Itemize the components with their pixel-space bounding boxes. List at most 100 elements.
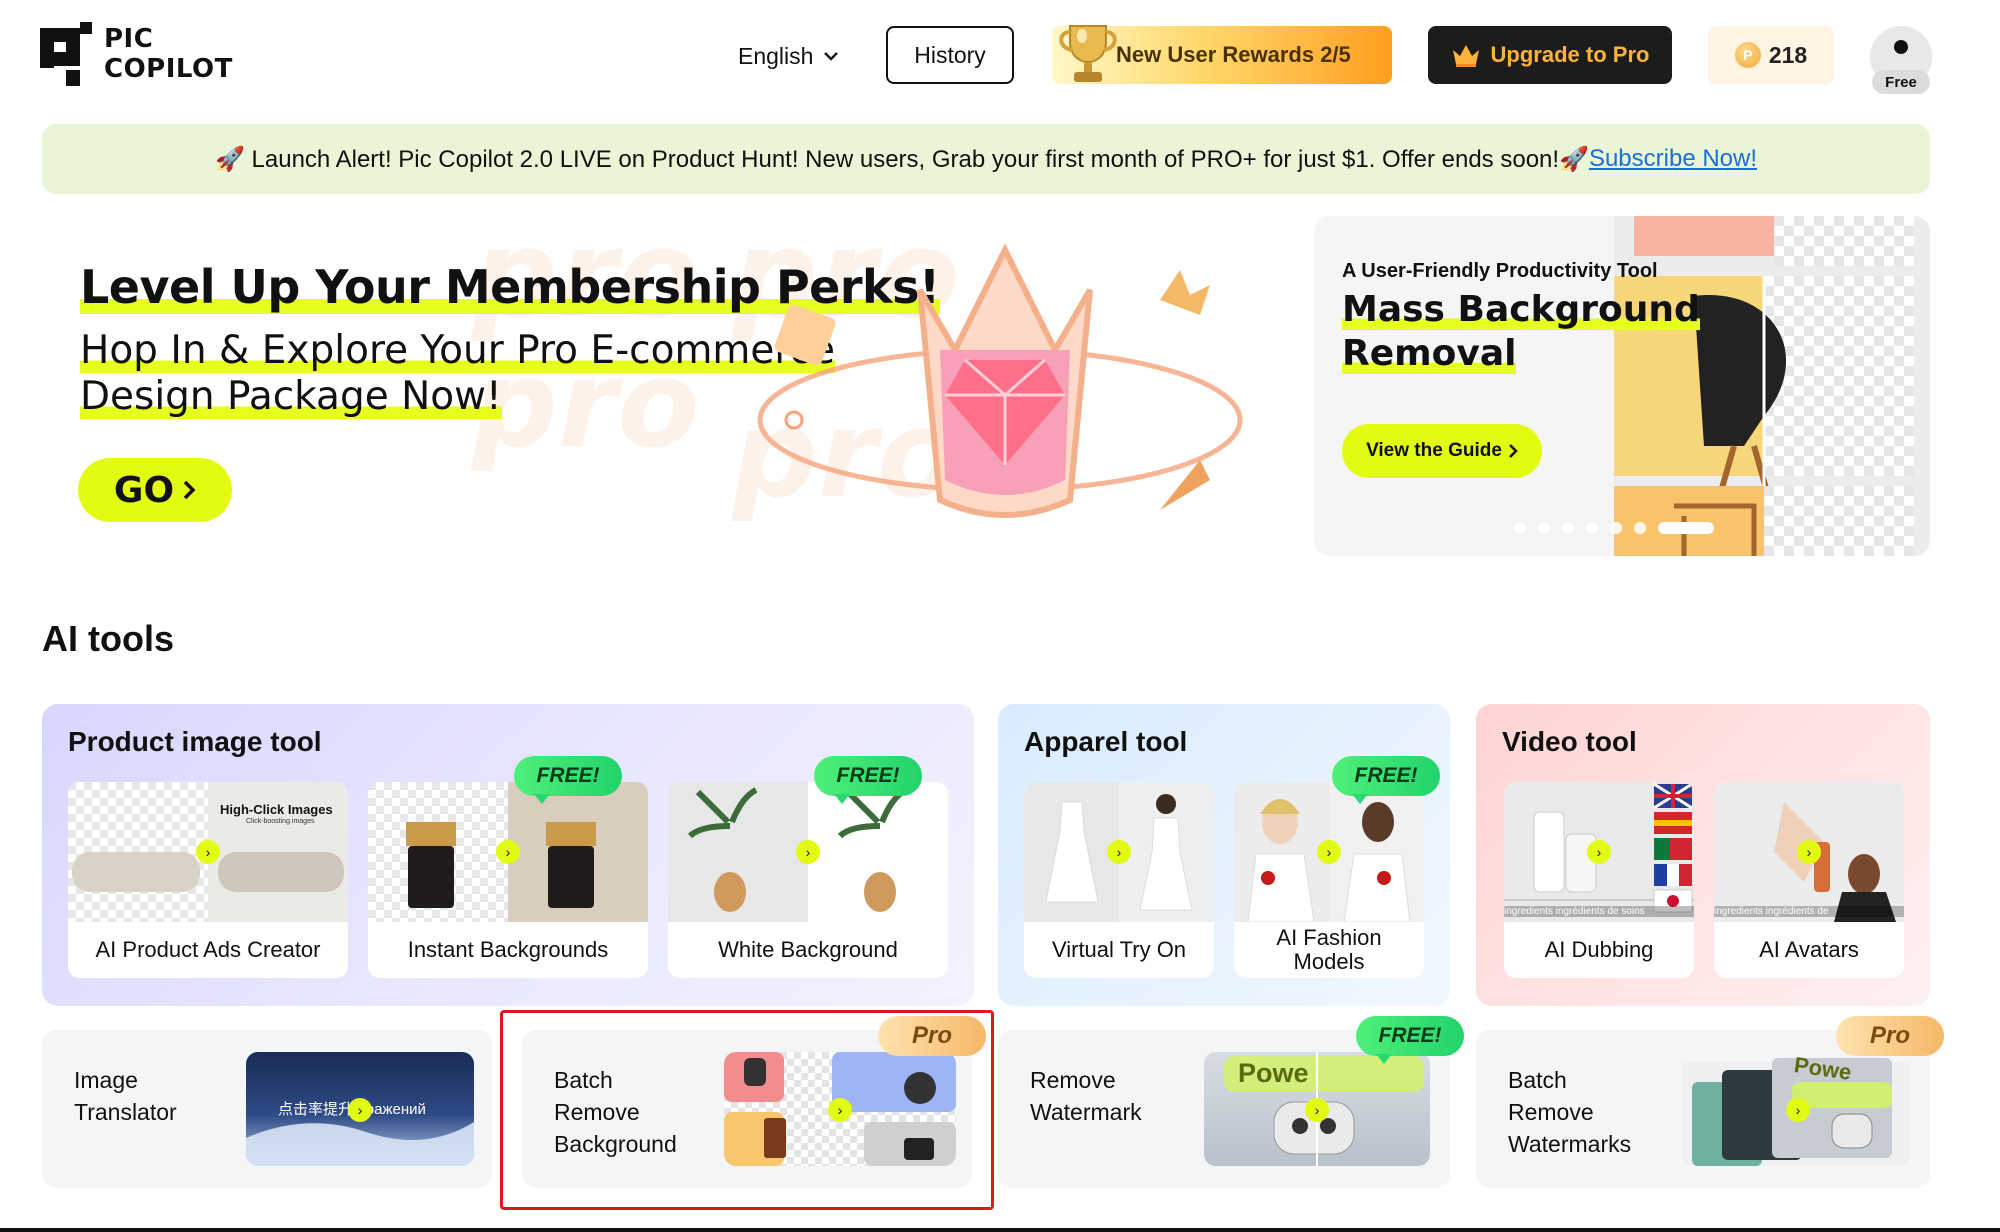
- group-title: Apparel tool: [1024, 726, 1188, 757]
- free-badge: FREE!: [1356, 1016, 1464, 1064]
- card-label: AI Dubbing: [1544, 937, 1654, 962]
- upgrade-to-pro-button[interactable]: Upgrade to Pro: [1428, 26, 1672, 84]
- card-image: Powe ›: [1682, 1052, 1910, 1166]
- card-label-line: Batch: [1508, 1067, 1567, 1093]
- language-selector[interactable]: English: [738, 40, 839, 72]
- crown-icon: [1452, 45, 1479, 67]
- banner-title-line1: Mass Background: [1342, 289, 1700, 330]
- logo[interactable]: PIC COPILOT: [40, 22, 250, 90]
- tool-card-image-translator[interactable]: Image Translator 点击率提升 бражений ›: [42, 1030, 492, 1188]
- logo-mark-icon: [40, 22, 92, 86]
- language-label: English: [738, 42, 814, 69]
- go-button[interactable]: GO: [78, 458, 232, 522]
- card-image-caption: ingredients ingrédients de soins: [1504, 906, 1694, 917]
- banner-title-line2: Removal: [1342, 333, 1517, 374]
- arrow-dot-icon: ›: [1587, 840, 1611, 864]
- credits-value: 218: [1768, 41, 1808, 68]
- arrow-dot-icon: ›: [796, 840, 820, 864]
- card-label: White Background: [718, 937, 898, 962]
- carousel-dot[interactable]: [1562, 522, 1574, 534]
- tool-card-batch-remove-watermarks[interactable]: Pro Batch Remove Watermarks Powe ›: [1476, 1016, 1944, 1188]
- card-image: ›: [724, 1052, 956, 1166]
- plan-badge: Free: [1872, 70, 1930, 94]
- bottom-edge: [0, 1228, 2000, 1232]
- card-label-line: Remove: [1508, 1099, 1594, 1125]
- alert-text: 🚀 Launch Alert! Pic Copilot 2.0 LIVE on …: [214, 145, 1589, 173]
- carousel-dot[interactable]: [1514, 522, 1526, 534]
- carousel-dot[interactable]: [1538, 522, 1550, 534]
- free-badge: FREE!: [1332, 756, 1440, 804]
- tool-card-remove-watermark[interactable]: FREE! Remove Watermark Powe ›: [998, 1016, 1464, 1188]
- view-the-guide-button[interactable]: View the Guide: [1342, 424, 1542, 478]
- pro-badge: Pro: [1836, 1016, 1944, 1056]
- mass-background-removal-banner[interactable]: A User-Friendly Productivity Tool Mass B…: [1314, 216, 1930, 556]
- banner-product-collage: [1614, 216, 1930, 556]
- card-label: AI Product Ads Creator: [95, 937, 321, 962]
- tool-card-ai-fashion-models[interactable]: FREE! › AI Fashion Models: [1234, 756, 1440, 978]
- arrow-dot-icon: ›: [348, 1098, 372, 1122]
- video-tool-group: Video tool ingredients ingrédients de so…: [1476, 704, 1930, 1006]
- card-label-line: Watermark: [1030, 1099, 1142, 1125]
- arrow-dot-icon: ›: [1786, 1098, 1810, 1122]
- carousel-dots: [1514, 522, 1714, 534]
- banner-tagline: A User-Friendly Productivity Tool: [1342, 260, 1658, 282]
- ai-tools-heading: AI tools: [42, 618, 174, 659]
- trophy-icon: [1059, 25, 1117, 82]
- tool-card-white-background[interactable]: FREE! › White Background: [668, 756, 948, 978]
- group-title: Product image tool: [68, 726, 322, 757]
- group-title: Video tool: [1502, 726, 1637, 757]
- arrow-dot-icon: ›: [196, 840, 220, 864]
- arrow-dot-icon: ›: [496, 840, 520, 864]
- card-label-line: Batch: [554, 1067, 613, 1093]
- tool-card-batch-remove-background[interactable]: Pro Batch Remove Background ›: [522, 1016, 986, 1188]
- tool-card-instant-backgrounds[interactable]: FREE! › Instant Backgrounds: [368, 756, 648, 978]
- apparel-tool-group: Apparel tool › Virtual Try On FREE! › AI…: [998, 704, 1450, 1006]
- user-icon: [1894, 40, 1908, 54]
- hero-subtitle-line2: Design Package Now!: [80, 374, 502, 419]
- product-image-tool-group: Product image tool High-Click Images Cli…: [42, 704, 974, 1006]
- chevron-right-icon: [1509, 444, 1518, 458]
- card-label: Virtual Try On: [1051, 937, 1187, 962]
- free-badge: FREE!: [814, 756, 922, 804]
- history-button[interactable]: History: [886, 26, 1014, 84]
- tool-card-ai-product-ads-creator[interactable]: High-Click Images Click-boosting images …: [68, 782, 348, 978]
- tool-card-virtual-try-on[interactable]: › Virtual Try On: [1024, 782, 1214, 978]
- carousel-dot[interactable]: [1586, 522, 1598, 534]
- card-image: 点击率提升 бражений ›: [246, 1052, 474, 1166]
- chevron-right-icon: [183, 480, 196, 500]
- card-label-line: Translator: [74, 1099, 177, 1125]
- card-image: Powe ›: [1204, 1052, 1430, 1166]
- coin-icon: P: [1734, 42, 1761, 68]
- card-label-line: Remove: [1030, 1067, 1116, 1093]
- arrow-dot-icon: ›: [1107, 840, 1131, 864]
- chevron-down-icon: [824, 52, 839, 61]
- arrow-dot-icon: ›: [828, 1098, 852, 1122]
- logo-text-line1: PIC: [104, 24, 154, 54]
- pro-badge: Pro: [878, 1016, 986, 1056]
- card-label: AI Fashion Models: [1276, 925, 1382, 974]
- diamond-crown-illustration: [757, 243, 1243, 518]
- free-badge: FREE!: [514, 756, 622, 804]
- arrow-dot-icon: ›: [1797, 840, 1821, 864]
- credits-balance[interactable]: P 218: [1708, 26, 1834, 84]
- guide-label: View the Guide: [1366, 440, 1502, 461]
- subscribe-now-link[interactable]: Subscribe Now!: [1589, 145, 1757, 173]
- carousel-dot[interactable]: [1634, 522, 1646, 534]
- launch-alert-banner: 🚀 Launch Alert! Pic Copilot 2.0 LIVE on …: [42, 124, 1930, 194]
- new-user-rewards-button[interactable]: New User Rewards 2/5: [1052, 25, 1392, 84]
- card-image-text: High-Click Images: [220, 802, 333, 817]
- upgrade-label: Upgrade to Pro: [1490, 42, 1650, 67]
- card-image-caption: ingredients ingrédients de: [1714, 906, 1904, 917]
- card-label-line: Background: [554, 1131, 677, 1157]
- arrow-dot-icon: ›: [1305, 1098, 1329, 1122]
- tool-card-ai-dubbing[interactable]: ingredients ingrédients de soins › AI Du…: [1504, 782, 1694, 978]
- tool-card-ai-avatars[interactable]: ingredients ingrédients de › AI Avatars: [1714, 782, 1904, 978]
- card-label: Instant Backgrounds: [407, 937, 609, 962]
- carousel-dot[interactable]: [1610, 522, 1622, 534]
- logo-text-line2: COPILOT: [104, 54, 233, 84]
- avatar[interactable]: Free: [1870, 26, 1932, 94]
- carousel-dot-active[interactable]: [1658, 522, 1714, 534]
- arrow-dot-icon: ›: [1317, 840, 1341, 864]
- rewards-label: New User Rewards 2/5: [1116, 42, 1351, 67]
- go-label: GO: [113, 469, 175, 511]
